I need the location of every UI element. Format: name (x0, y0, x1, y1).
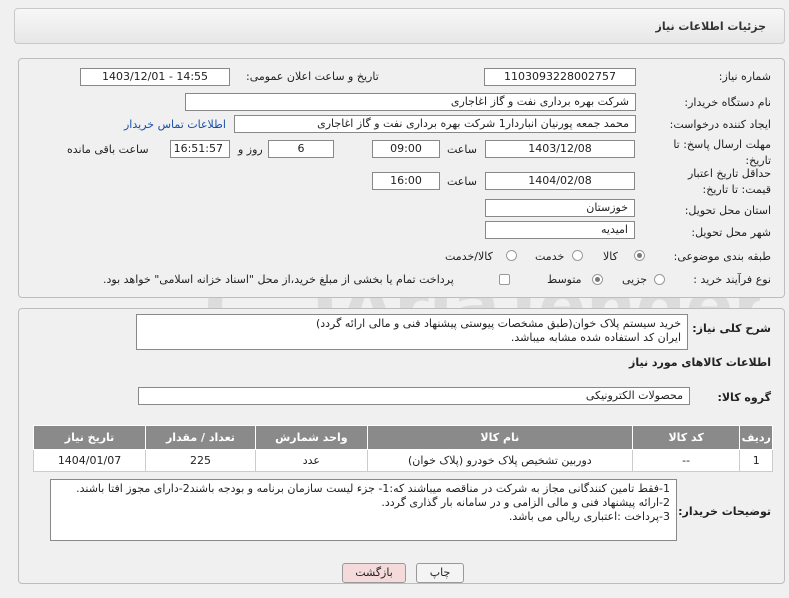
cell-unit: عدد (254, 449, 368, 472)
description-line-1: خرید سیستم پلاک خوان(طبق مشخصات پیوستی پ… (315, 317, 681, 330)
requester-label: ایجاد کننده درخواست: (669, 118, 771, 131)
print-button[interactable]: چاپ (416, 563, 464, 583)
validity-time-field: 16:00 (372, 172, 440, 190)
process-label: نوع فرآیند خرید : (693, 273, 771, 286)
goods-group-label: گروه کالا: (717, 391, 771, 404)
days-label: روز و (238, 143, 263, 156)
category-label: طبقه بندی موضوعی: (673, 250, 771, 263)
buyer-note-line-2: 2-ارائه پیشنهاد فنی و مالی الزامی و در س… (381, 496, 670, 509)
cell-quantity: 225 (145, 449, 256, 472)
cell-name: دوربین تشخیص پلاک خودرو (پلاک خوان) (366, 449, 633, 472)
treasury-payment-checkbox[interactable] (499, 274, 510, 285)
col-unit: واحد شمارش (254, 425, 368, 450)
announce-field: 1403/12/01 - 14:55 (80, 68, 230, 86)
days-field: 6 (268, 140, 334, 158)
process-radio-medium[interactable] (592, 274, 603, 285)
col-name: نام کالا (366, 425, 633, 450)
col-date: تاریخ نیاز (32, 425, 147, 450)
col-row: ردیف (739, 425, 773, 450)
category-radio-goods-service[interactable] (506, 250, 517, 261)
category-option-service: خدمت (535, 250, 565, 263)
category-option-goods-service: کالا/خدمت (445, 250, 493, 263)
buyer-org-label: نام دستگاه خریدار: (684, 96, 771, 109)
process-option-medium: متوسط (547, 273, 582, 286)
cell-code: -- (631, 449, 741, 472)
buyer-notes-label: توضیحات خریدار: (678, 505, 771, 518)
buyer-note-line-1: 1-فقط تامین کنندگانی مجاز به شرکت در منا… (76, 482, 670, 495)
deadline-time-label: ساعت (447, 143, 477, 156)
category-radio-service[interactable] (572, 250, 583, 261)
province-label: استان محل تحویل: (684, 204, 771, 217)
goods-group-field: محصولات الکترونیکی (138, 387, 690, 405)
province-field: خوزستان (485, 199, 635, 217)
page-header: جزئیات اطلاعات نیاز (14, 8, 785, 44)
city-field: امیدیه (485, 221, 635, 239)
announce-label: تاریخ و ساعت اعلان عمومی: (246, 70, 379, 83)
goods-table: ردیف کد کالا نام کالا واحد شمارش تعداد /… (32, 425, 773, 472)
process-option-minor: جزیی (622, 273, 648, 286)
category-option-goods: کالا (603, 250, 618, 263)
process-radio-minor[interactable] (654, 274, 665, 285)
remaining-time-field: 16:51:57 (170, 140, 230, 158)
validity-time-label: ساعت (447, 175, 477, 188)
back-button[interactable]: بازگشت (342, 563, 406, 583)
buyer-contact-link[interactable]: اطلاعات تماس خریدار (124, 118, 226, 131)
payment-note: پرداخت تمام یا بخشی از مبلغ خرید،از محل … (103, 273, 454, 286)
col-code: کد کالا (631, 425, 741, 450)
buyer-note-line-3: 3-پرداخت :اعتباری ریالی می باشد. (508, 510, 670, 523)
need-number-label: شماره نیاز: (718, 70, 771, 83)
description-line-2: ایران کد استفاده شده مشابه میباشد. (510, 331, 681, 344)
city-label: شهر محل تحویل: (691, 226, 771, 239)
table-row[interactable]: 1 -- دوربین تشخیص پلاک خودرو (پلاک خوان)… (32, 449, 773, 472)
remaining-label: ساعت باقی مانده (67, 143, 149, 156)
deadline-date-field: 1403/12/08 (485, 140, 635, 158)
description-textarea: خرید سیستم پلاک خوان(طبق مشخصات پیوستی پ… (136, 314, 688, 350)
need-number-field: 1103093228002757 (484, 68, 636, 86)
deadline-time-field: 09:00 (372, 140, 440, 158)
requester-field: محمد جمعه پورنیان انباردار1 شرکت بهره بر… (234, 115, 636, 133)
category-radio-goods[interactable] (634, 250, 645, 261)
validity-label: حداقل تاریخ اعتبار قیمت: تا تاریخ: (687, 167, 771, 196)
page-title: جزئیات اطلاعات نیاز (655, 20, 767, 33)
cell-date: 1404/01/07 (32, 449, 147, 472)
goods-section-title: اطلاعات کالاهای مورد نیاز (629, 356, 771, 369)
cell-row: 1 (739, 449, 773, 472)
buyer-org-field: شرکت بهره برداری نفت و گاز اغاجاری (185, 93, 636, 111)
description-label: شرح کلی نیاز: (692, 322, 771, 335)
buyer-notes-textarea: 1-فقط تامین کنندگانی مجاز به شرکت در منا… (50, 479, 677, 541)
goods-table-header: ردیف کد کالا نام کالا واحد شمارش تعداد /… (32, 425, 773, 450)
validity-date-field: 1404/02/08 (485, 172, 635, 190)
col-quantity: تعداد / مقدار (145, 425, 256, 450)
deadline-label: مهلت ارسال پاسخ: تا تاریخ: (673, 138, 771, 167)
